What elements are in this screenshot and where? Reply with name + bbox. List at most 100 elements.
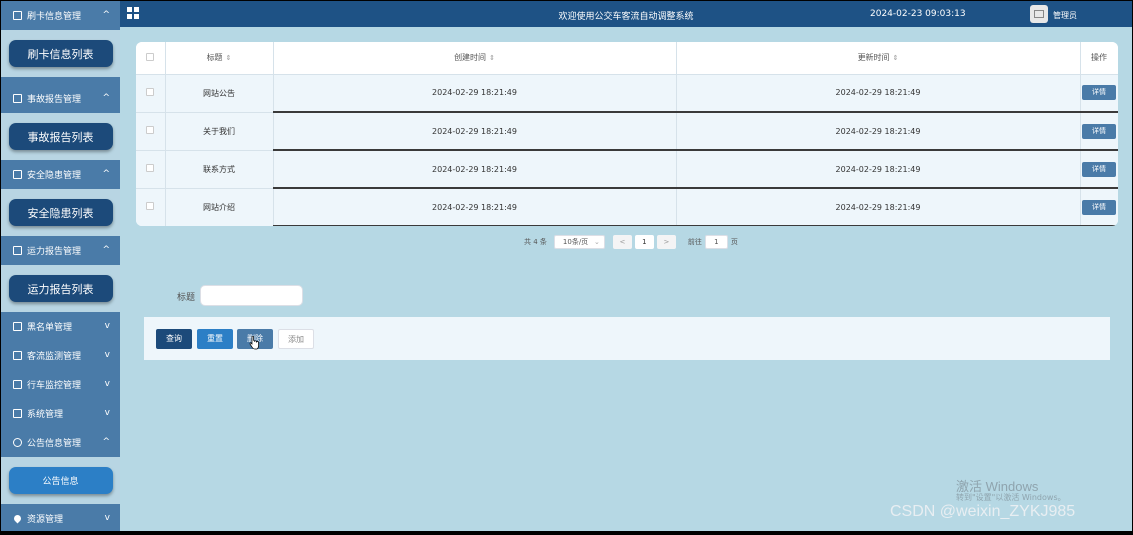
- sidebar-head-safety[interactable]: 安全隐患管理 ^: [1, 160, 120, 189]
- cell-updated: 2024-02-29 18:21:49: [676, 74, 1081, 113]
- checkbox[interactable]: [146, 88, 155, 96]
- detail-button[interactable]: 详情: [1082, 199, 1116, 215]
- goto-label: 前往: [687, 238, 702, 246]
- page-number-current[interactable]: 1: [634, 235, 654, 249]
- sidebar-group-accident: 事故报告管理 ^ 事故报告列表: [1, 84, 120, 160]
- detail-button[interactable]: 详情: [1082, 161, 1116, 177]
- sidebar-item-accident-list[interactable]: 事故报告列表: [8, 123, 113, 150]
- sidebar-head-system[interactable]: 系统管理 v: [1, 399, 120, 428]
- sidebar-head-label: 公告信息管理: [27, 439, 82, 449]
- sidebar-sub-container: 事故报告列表: [1, 113, 120, 160]
- sidebar-group-capacity: 运力报告管理 ^ 运力报告列表: [1, 236, 120, 312]
- current-datetime: 2024-02-23 09:03:13: [870, 9, 966, 19]
- sidebar-group-card-info: 刷卡信息管理 ^ 刷卡信息列表: [1, 1, 120, 77]
- edit-icon: [13, 94, 22, 103]
- header-created[interactable]: 创建时间 ⇕: [273, 42, 677, 75]
- pager-total: 共 4 条: [524, 238, 547, 246]
- sidebar-group-flow: 客流监测管理 v: [1, 341, 120, 370]
- next-page-button[interactable]: >: [656, 235, 676, 249]
- sidebar-head-label: 运力报告管理: [27, 247, 82, 257]
- sidebar-item-card-info-list[interactable]: 刷卡信息列表: [8, 40, 113, 67]
- header-select-all[interactable]: [136, 42, 166, 75]
- sidebar-head-blacklist[interactable]: 黑名单管理 v: [1, 312, 120, 341]
- avatar[interactable]: [1030, 5, 1048, 23]
- chevron-up-icon: ^: [102, 10, 110, 20]
- detail-button[interactable]: 详情: [1082, 85, 1116, 101]
- chevron-up-icon: ^: [102, 169, 110, 179]
- main-content: 标题 ⇕ 创建时间 ⇕ 更新时间 ⇕ 操作 网站公告 2024-02-29 18:21…: [120, 27, 1132, 531]
- cell-updated: 2024-02-29 18:21:49: [676, 188, 1081, 226]
- page-size-select[interactable]: 10条/页 ⌄: [553, 235, 605, 249]
- sidebar-head-label: 资源管理: [27, 515, 64, 525]
- add-button[interactable]: 添加: [278, 329, 314, 349]
- location-pin-icon: [12, 513, 23, 524]
- checkbox[interactable]: [146, 52, 155, 61]
- sidebar-head-card-info[interactable]: 刷卡信息管理 ^: [1, 1, 120, 30]
- chevron-up-icon: ^: [102, 93, 110, 103]
- chevron-up-icon: ^: [102, 437, 110, 447]
- table-row: 关于我们 2024-02-29 18:21:49 2024-02-29 18:2…: [136, 112, 1118, 151]
- cell-title: 关于我们: [165, 112, 274, 151]
- sidebar-item-safety-list[interactable]: 安全隐患列表: [8, 199, 113, 226]
- sidebar-item-capacity-list[interactable]: 运力报告列表: [8, 275, 113, 302]
- row-select[interactable]: [136, 74, 166, 113]
- header-title[interactable]: 标题 ⇕: [165, 42, 274, 75]
- checkbox[interactable]: [146, 126, 155, 134]
- cell-op: 详情: [1080, 74, 1118, 113]
- sidebar-head-resource[interactable]: 资源管理 v: [1, 504, 120, 531]
- checkbox[interactable]: [146, 164, 155, 172]
- sidebar-sub-container: 刷卡信息列表: [1, 30, 120, 77]
- sidebar-item-notice[interactable]: 公告信息: [8, 467, 113, 494]
- sidebar-head-label: 黑名单管理: [27, 323, 73, 333]
- sidebar-head-label: 刷卡信息管理: [27, 12, 82, 22]
- search-title-input[interactable]: [200, 285, 303, 306]
- sidebar-group-monitor: 行车监控管理 v: [1, 370, 120, 399]
- sort-icon[interactable]: ⇕: [893, 54, 899, 62]
- prev-page-button[interactable]: <: [612, 235, 632, 249]
- edit-icon: [13, 322, 22, 331]
- action-bar: 查询 重置 删除 添加: [144, 317, 1110, 360]
- cell-updated: 2024-02-29 18:21:49: [676, 150, 1081, 189]
- detail-button[interactable]: 详情: [1082, 123, 1116, 139]
- data-table: 标题 ⇕ 创建时间 ⇕ 更新时间 ⇕ 操作 网站公告 2024-02-29 18:21…: [136, 42, 1118, 226]
- edit-icon: [13, 380, 22, 389]
- page-size-value: 10条/页: [562, 238, 589, 246]
- sort-icon[interactable]: ⇕: [226, 54, 232, 62]
- image-icon: [13, 409, 22, 418]
- chevron-down-icon: ⌄: [594, 238, 600, 246]
- header-updated[interactable]: 更新时间 ⇕: [676, 42, 1081, 75]
- header-label: 创建时间: [454, 53, 487, 63]
- chevron-down-icon: v: [104, 379, 110, 389]
- top-bar: 欢迎使用公交车客流自动调整系统 2024-02-23 09:03:13 管理员: [120, 1, 1132, 27]
- hand-cursor-icon: [249, 336, 259, 350]
- sort-icon[interactable]: ⇕: [489, 54, 495, 62]
- sidebar-sub-container: 公告信息: [1, 457, 120, 504]
- checkbox[interactable]: [146, 202, 155, 210]
- sidebar-head-notice[interactable]: 公告信息管理 ^: [1, 428, 120, 457]
- windows-activate-sub: 转到"设置"以激活 Windows。: [956, 493, 1066, 502]
- reset-button[interactable]: 重置: [197, 329, 233, 349]
- user-name[interactable]: 管理员: [1053, 10, 1077, 21]
- sidebar-head-label: 安全隐患管理: [27, 171, 82, 181]
- sidebar-sub-container: 运力报告列表: [1, 265, 120, 312]
- cell-created: 2024-02-29 18:21:49: [273, 150, 677, 189]
- sidebar-head-capacity[interactable]: 运力报告管理 ^: [1, 236, 120, 265]
- cell-created: 2024-02-29 18:21:49: [273, 112, 677, 151]
- cell-created: 2024-02-29 18:21:49: [273, 74, 677, 113]
- goto-suffix: 页: [730, 238, 738, 246]
- chevron-down-icon: v: [104, 321, 110, 331]
- row-select[interactable]: [136, 188, 166, 226]
- query-button[interactable]: 查询: [156, 329, 192, 349]
- row-select[interactable]: [136, 112, 166, 151]
- row-select[interactable]: [136, 150, 166, 189]
- sidebar-group-safety: 安全隐患管理 ^ 安全隐患列表: [1, 160, 120, 236]
- sidebar-head-monitor[interactable]: 行车监控管理 v: [1, 370, 120, 399]
- chevron-down-icon: v: [104, 513, 110, 523]
- goto-page-input[interactable]: 1: [704, 235, 728, 249]
- sidebar-head-flow[interactable]: 客流监测管理 v: [1, 341, 120, 370]
- table-row: 网站公告 2024-02-29 18:21:49 2024-02-29 18:2…: [136, 74, 1118, 113]
- csdn-watermark: CSDN @weixin_ZYKJ985: [890, 503, 1076, 520]
- sidebar-head-accident[interactable]: 事故报告管理 ^: [1, 84, 120, 113]
- sidebar-group-notice: 公告信息管理 ^ 公告信息: [1, 428, 120, 504]
- cell-updated: 2024-02-29 18:21:49: [676, 112, 1081, 151]
